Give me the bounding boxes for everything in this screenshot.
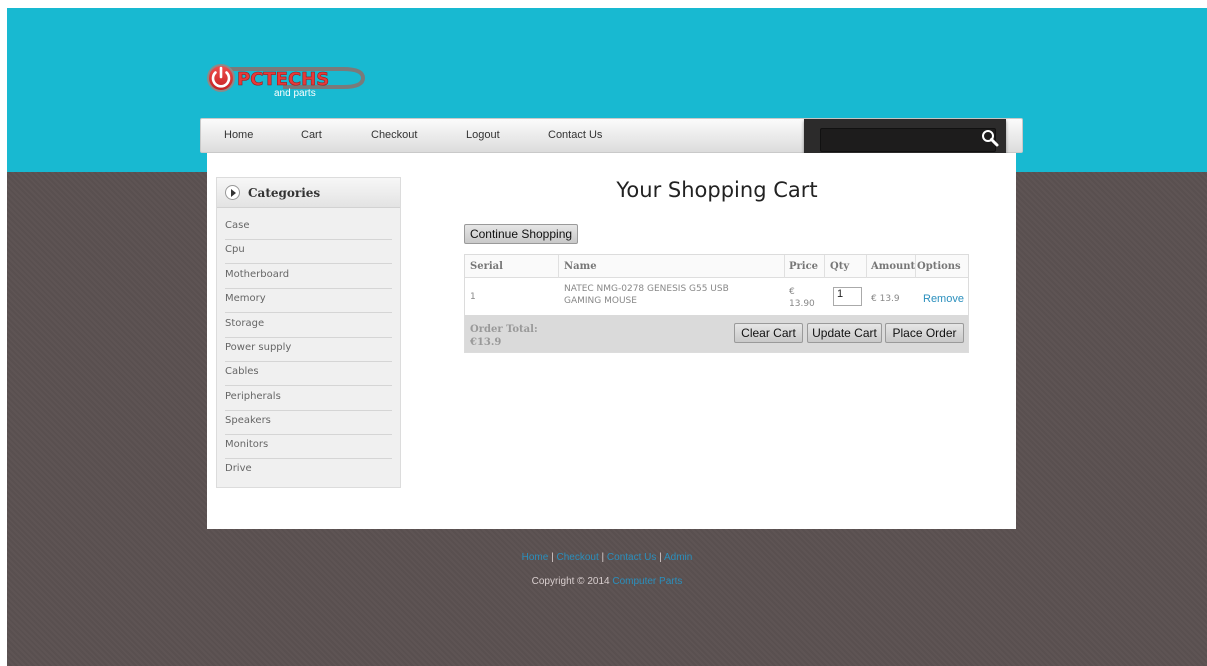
category-peripherals[interactable]: Peripherals (225, 387, 392, 411)
category-case[interactable]: Case (225, 216, 392, 240)
cart-footer-row: Order Total: €13.9 Clear Cart Update Car… (465, 315, 968, 352)
category-power-supply[interactable]: Power supply (225, 338, 392, 362)
header-qty: Qty (830, 261, 850, 272)
svg-text:and parts: and parts (274, 88, 316, 99)
footer-separator: | (601, 552, 605, 563)
category-drive[interactable]: Drive (225, 459, 392, 483)
nav-checkout[interactable]: Checkout (371, 129, 417, 141)
site-logo[interactable]: PCTECHS and parts (203, 58, 373, 100)
cart-header-row: Serial Name Price Qty Amount Options (465, 255, 968, 278)
order-total-value: €13.9 (470, 337, 502, 348)
categories-sidebar: Categories Case Cpu Motherboard Memory S… (216, 177, 401, 488)
category-speakers[interactable]: Speakers (225, 411, 392, 435)
page-background: PCTECHS and parts Home Cart Checkout Log… (7, 8, 1207, 666)
categories-title: Categories (248, 186, 321, 200)
remove-item-link[interactable]: Remove (923, 293, 964, 305)
clear-cart-button[interactable]: Clear Cart (734, 323, 803, 343)
order-total-label: Order Total: (470, 324, 538, 335)
update-cart-button[interactable]: Update Cart (807, 323, 882, 343)
nav-logout[interactable]: Logout (466, 129, 500, 141)
header-amount: Amount (871, 261, 916, 272)
categories-header[interactable]: Categories (217, 178, 400, 208)
category-cpu[interactable]: Cpu (225, 240, 392, 264)
place-order-button[interactable]: Place Order (885, 323, 964, 343)
quantity-input[interactable]: 1 (833, 287, 862, 306)
cell-price-currency: € (789, 287, 795, 297)
cell-name-line1: NATEC NMG-0278 GENESIS G55 USB (564, 284, 729, 294)
continue-shopping-button[interactable]: Continue Shopping (464, 224, 578, 244)
category-storage[interactable]: Storage (225, 314, 392, 338)
category-cables[interactable]: Cables (225, 362, 392, 386)
play-arrow-icon (225, 185, 240, 200)
cell-name-line2: GAMING MOUSE (564, 296, 637, 306)
header-price: Price (789, 261, 819, 272)
footer-link-admin[interactable]: Admin (664, 552, 692, 563)
footer-link-contact-us[interactable]: Contact Us (607, 552, 656, 563)
category-monitors[interactable]: Monitors (225, 435, 392, 459)
copyright: Copyright © 2014 Computer Parts (7, 576, 1207, 587)
footer-link-checkout[interactable]: Checkout (556, 552, 598, 563)
category-memory[interactable]: Memory (225, 289, 392, 313)
footer-links: Home | Checkout | Contact Us | Admin (7, 552, 1207, 563)
nav-contact-us[interactable]: Contact Us (548, 129, 602, 141)
category-motherboard[interactable]: Motherboard (225, 265, 392, 289)
svg-text:PCTECHS: PCTECHS (237, 69, 329, 90)
nav-home[interactable]: Home (224, 129, 253, 141)
copyright-text: Copyright © 2014 (531, 576, 610, 587)
order-total: Order Total: €13.9 (470, 323, 538, 349)
search-input[interactable] (820, 128, 996, 152)
footer-separator: | (659, 552, 662, 563)
cell-amount: € 13.9 (871, 294, 900, 304)
header-serial: Serial (470, 261, 503, 272)
header-name: Name (564, 261, 597, 272)
cell-serial: 1 (470, 292, 476, 302)
page-title: Your Shopping Cart (616, 178, 818, 202)
footer-separator: | (551, 552, 554, 563)
table-row: 1 NATEC NMG-0278 GENESIS G55 USB GAMING … (465, 278, 968, 315)
cell-price-value: 13.90 (789, 299, 815, 309)
nav-cart[interactable]: Cart (301, 129, 322, 141)
copyright-brand-link[interactable]: Computer Parts (612, 576, 682, 587)
footer-link-home[interactable]: Home (522, 552, 549, 563)
cart-table: Serial Name Price Qty Amount Options 1 N… (464, 254, 969, 353)
search-icon[interactable] (980, 128, 1000, 148)
header-options: Options (917, 261, 961, 272)
